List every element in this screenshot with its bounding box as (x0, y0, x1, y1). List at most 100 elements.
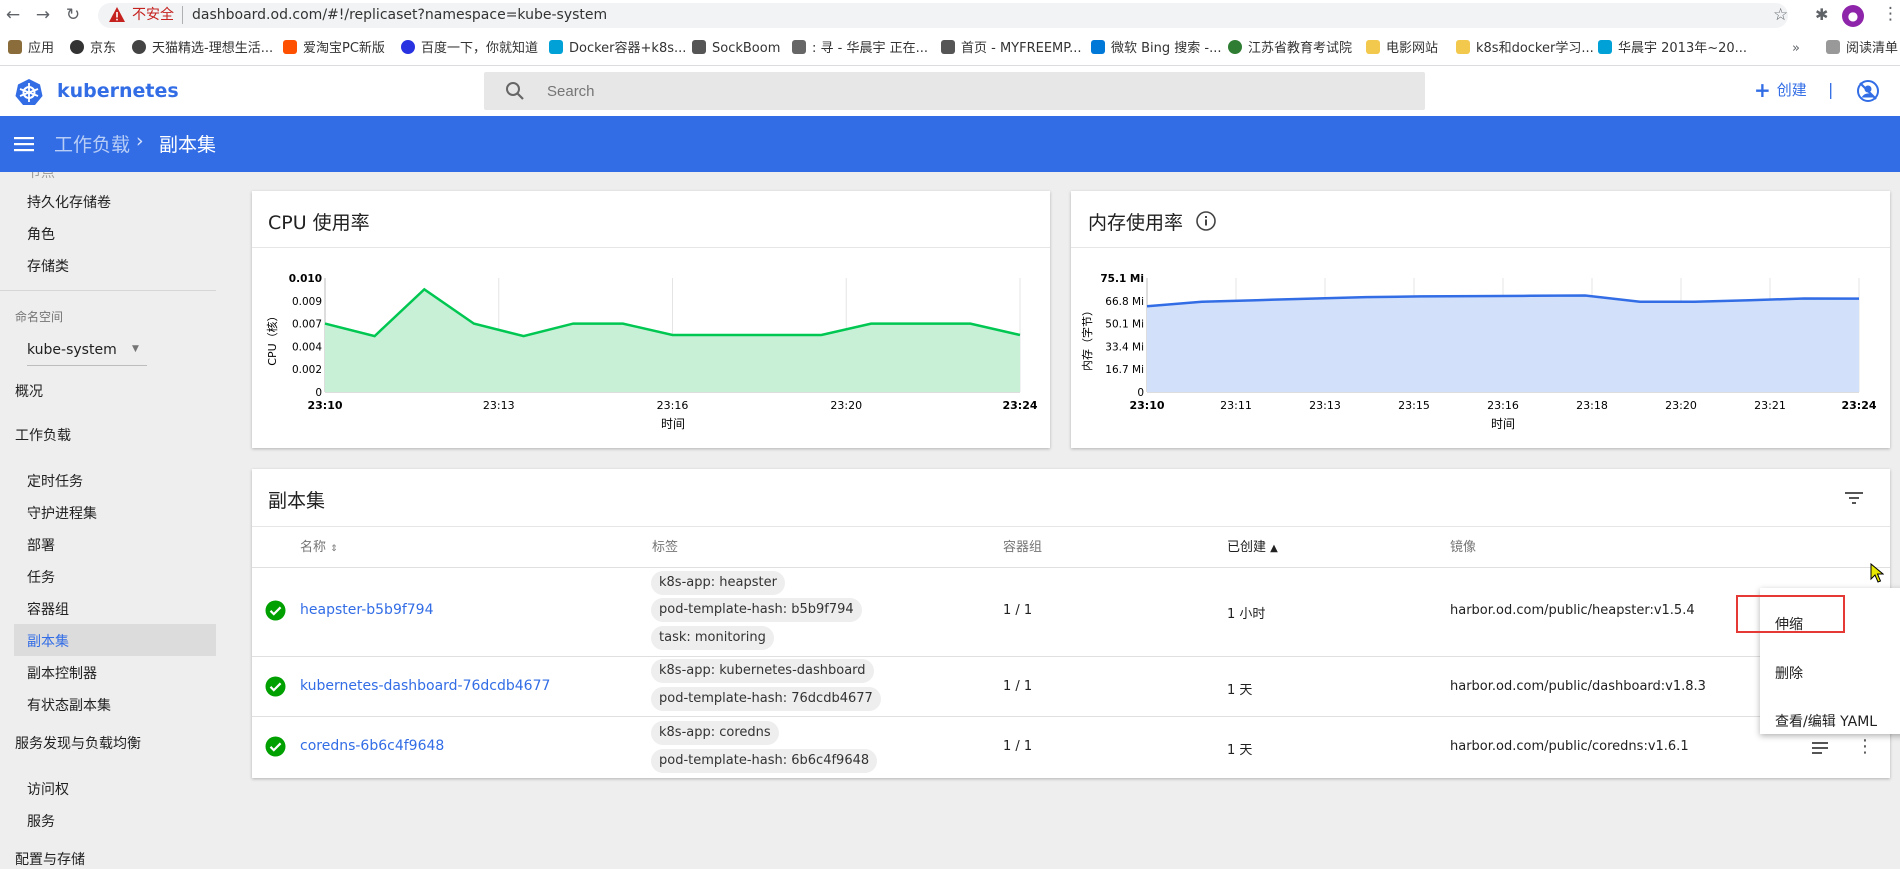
namespace-label: 命名空间 (15, 310, 64, 324)
search-input[interactable] (545, 81, 1145, 101)
replicaset-name-link[interactable]: heapster-b5b9f794 (300, 602, 434, 618)
bookmark-item[interactable]: 电影网站 (1366, 39, 1438, 59)
reading-list[interactable]: 阅读清单 (1826, 39, 1898, 59)
bookmark-item[interactable]: 微软 Bing 搜索 -... (1091, 39, 1222, 59)
hamburger-menu-icon[interactable] (14, 134, 36, 154)
sidebar-item-services[interactable]: 服务 (27, 811, 55, 831)
plus-icon: + (1754, 78, 1771, 102)
x-tick-label: 23:24 (1841, 399, 1876, 412)
x-tick-label: 23:10 (1129, 399, 1164, 412)
bookmark-item[interactable]: : 寻 - 华晨宇 正在... (792, 39, 928, 59)
bookmark-item[interactable]: Docker容器+k8s... (549, 39, 686, 59)
pods-count: 1 / 1 (1003, 603, 1033, 618)
url-separator (182, 6, 183, 24)
extensions-icon[interactable]: ✱ (1815, 5, 1828, 24)
image-name: harbor.od.com/public/heapster:v1.5.4 (1450, 603, 1695, 618)
bookmark-item[interactable]: 百度一下，你就知道 (401, 39, 538, 59)
bookmark-item[interactable]: 首页 - MYFREEMP... (941, 39, 1081, 59)
sidebar-item-persistent-volumes[interactable]: 持久化存储卷 (27, 192, 111, 212)
created-age: 1 天 (1227, 683, 1253, 698)
apps-grid-icon (8, 40, 22, 54)
sidebar-item-overview[interactable]: 概况 (15, 381, 43, 401)
bookmark-item[interactable]: SockBoom (692, 39, 780, 59)
label-chip: pod-template-hash: b5b9f794 (651, 598, 862, 622)
sidebar-item-cronjobs[interactable]: 定时任务 (27, 471, 83, 491)
sort-icon: ⇕ (330, 544, 338, 554)
url-text[interactable]: dashboard.od.com/#!/replicaset?namespace… (192, 6, 607, 24)
bookmarks-overflow-icon[interactable]: » (1792, 39, 1800, 59)
breadcrumb-workloads[interactable]: 工作负载 (54, 130, 130, 157)
page-toolbar (0, 116, 1900, 172)
y-tick-label: 0 (315, 387, 322, 399)
highlight-box (1736, 595, 1845, 633)
brand-name[interactable]: kubernetes (57, 80, 179, 102)
sidebar-item-deployments[interactable]: 部署 (27, 535, 55, 555)
user-hidden-icon[interactable] (1856, 79, 1880, 103)
image-name: harbor.od.com/public/dashboard:v1.8.3 (1450, 679, 1706, 694)
label-chip: task: monitoring (651, 626, 774, 650)
sidebar-item-ingresses[interactable]: 访问权 (27, 779, 69, 799)
x-tick-label: 23:24 (1002, 399, 1037, 412)
bookmark-item[interactable]: 京东 (70, 39, 116, 59)
card-divider (252, 526, 1890, 527)
y-tick-label: 0.010 (289, 273, 322, 285)
replicasets-card-title: 副本集 (268, 490, 326, 512)
bing-icon (1091, 40, 1105, 54)
profile-avatar[interactable]: ● (1842, 5, 1864, 27)
back-icon[interactable]: ← (2, 4, 24, 26)
reading-list-icon (1826, 40, 1840, 54)
x-tick-label: 23:21 (1754, 399, 1786, 412)
bookmark-apps[interactable]: 应用 (8, 39, 54, 59)
sidebar-item-statefulsets[interactable]: 有状态副本集 (27, 695, 111, 715)
y-tick-label: 0.007 (292, 319, 322, 331)
sidebar-item-config-storage[interactable]: 配置与存储 (15, 849, 85, 869)
x-tick-label: 23:16 (1487, 399, 1519, 412)
forward-icon[interactable]: → (32, 4, 54, 26)
label-chip: pod-template-hash: 6b6c4f9648 (651, 749, 878, 773)
bookmark-item[interactable]: 爱淘宝PC新版 (283, 39, 385, 59)
reload-icon[interactable]: ↻ (62, 4, 84, 26)
image-name: harbor.od.com/public/coredns:v1.6.1 (1450, 739, 1689, 754)
filter-icon[interactable] (1843, 488, 1865, 508)
sidebar-item-roles[interactable]: 角色 (27, 224, 55, 244)
sidebar-item-jobs[interactable]: 任务 (27, 567, 55, 587)
status-ok-icon (265, 600, 286, 621)
create-button[interactable]: + 创建 (1754, 78, 1807, 102)
bookmark-item[interactable]: 天猫精选-理想生活... (132, 39, 273, 59)
sidebar-item-discovery[interactable]: 服务发现与负载均衡 (15, 733, 141, 753)
sidebar-item-storage-classes[interactable]: 存储类 (27, 256, 69, 276)
bookmark-item[interactable]: 华晨宇 2013年~20... (1598, 39, 1747, 59)
browser-menu-icon[interactable]: ⋮ (1882, 4, 1899, 24)
label-chip: pod-template-hash: 76dcdb4677 (651, 687, 881, 711)
sidebar-item-pods[interactable]: 容器组 (27, 599, 69, 619)
sidebar-item-replication-controllers[interactable]: 副本控制器 (27, 663, 97, 683)
site-icon (941, 40, 955, 54)
label-chip: k8s-app: coredns (651, 721, 779, 745)
logs-icon[interactable] (1811, 740, 1829, 756)
site-icon (132, 40, 146, 54)
sidebar-item-clipped[interactable]: 节点 (27, 172, 55, 182)
bookmark-item[interactable]: k8s和docker学习... (1456, 39, 1594, 59)
cpu-x-axis-label: 时间 (661, 417, 685, 431)
info-icon[interactable] (1195, 210, 1217, 232)
more-vert-icon[interactable]: ⋮ (1856, 736, 1874, 757)
sidebar-item-daemonsets[interactable]: 守护进程集 (27, 503, 97, 523)
sidebar-item-replicasets[interactable]: 副本集 (27, 631, 69, 651)
label-chip: k8s-app: kubernetes-dashboard (651, 659, 874, 683)
memory-chart: 0 16.7 Mi 33.4 Mi 50.1 Mi 66.8 Mi 75.1 Mi 23:… (1080, 273, 1877, 431)
y-tick-label: 75.1 Mi (1100, 273, 1144, 285)
site-icon (692, 40, 706, 54)
menu-item-edit-yaml[interactable]: 查看/编辑 YAML (1775, 711, 1877, 731)
x-tick-label: 23:13 (1309, 399, 1341, 412)
y-tick-label: 0 (1137, 387, 1144, 399)
replicaset-name-link[interactable]: kubernetes-dashboard-76dcdb4677 (300, 678, 550, 694)
pods-count: 1 / 1 (1003, 679, 1033, 694)
sidebar-item-workloads[interactable]: 工作负载 (15, 425, 71, 445)
menu-item-delete[interactable]: 删除 (1775, 663, 1803, 683)
kubernetes-logo-icon[interactable] (15, 78, 43, 106)
bookmark-star-icon[interactable]: ☆ (1773, 5, 1788, 25)
column-header-created[interactable]: 已创建 ▲ (1227, 536, 1278, 555)
replicaset-name-link[interactable]: coredns-6b6c4f9648 (300, 738, 444, 754)
column-header-name[interactable]: 名称 ⇕ (300, 536, 338, 555)
bookmark-item[interactable]: 江苏省教育考试院 (1228, 39, 1352, 59)
